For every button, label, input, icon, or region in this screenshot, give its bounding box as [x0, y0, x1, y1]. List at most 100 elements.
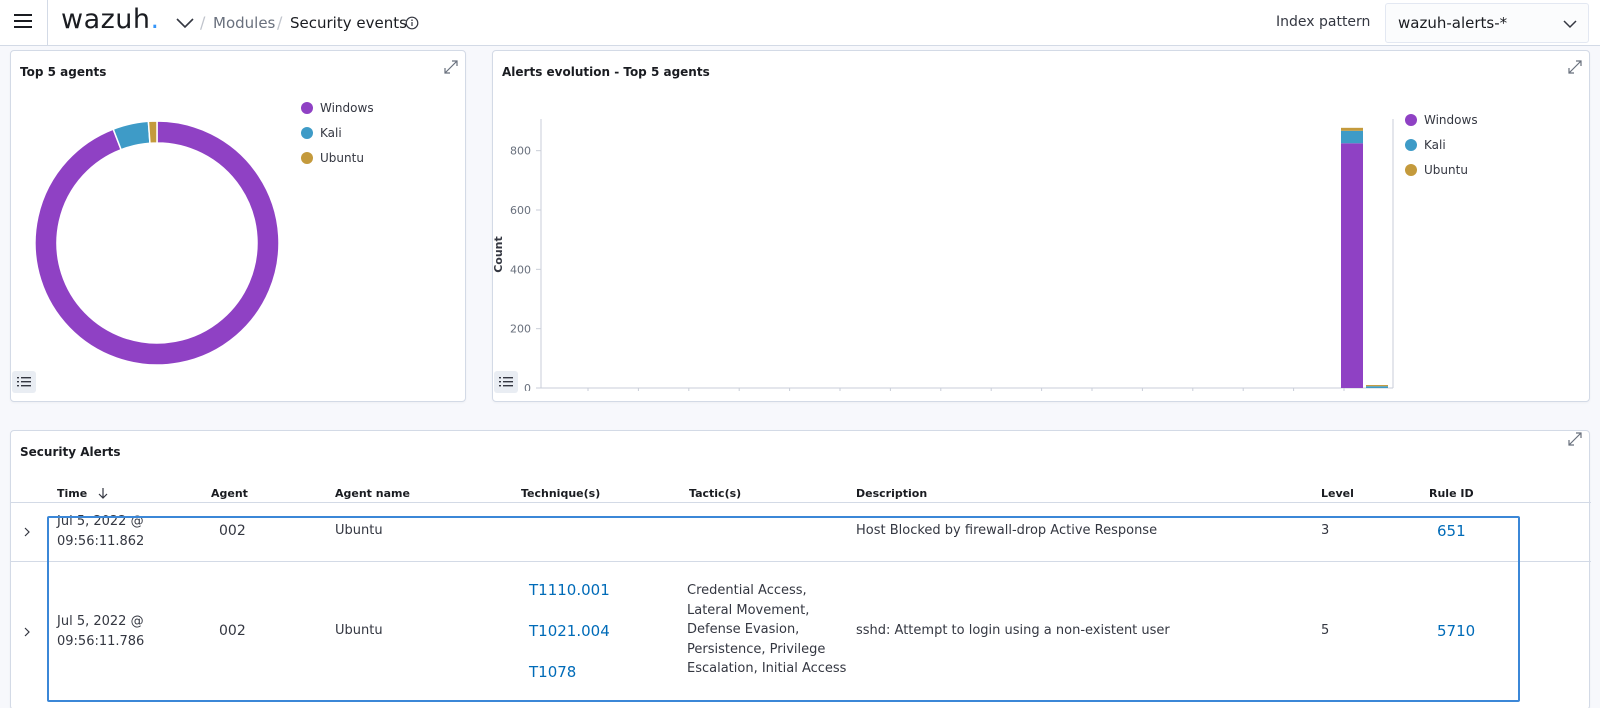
time-date: Jul 5, 2022 @ — [57, 614, 144, 629]
sort-descending-icon[interactable] — [97, 487, 109, 499]
breadcrumb-modules[interactable]: Modules — [213, 14, 275, 32]
list-icon — [17, 377, 31, 387]
legend-label: Kali — [1424, 138, 1446, 152]
time-clock: 09:56:11.862 — [57, 534, 145, 549]
column-header-level[interactable]: Level — [1321, 487, 1354, 500]
index-pattern-value: wazuh-alerts-* — [1398, 14, 1508, 32]
cell-agent: 002 — [219, 523, 246, 539]
tactic-line: Persistence, Privilege — [687, 641, 826, 657]
legend-item-windows[interactable]: Windows — [301, 101, 374, 115]
expand-icon[interactable] — [1567, 59, 1583, 75]
legend-item-ubuntu[interactable]: Ubuntu — [301, 151, 364, 165]
donut-slice-kali — [112, 120, 151, 151]
chevron-down-icon — [1563, 20, 1577, 29]
cell-agent-name: Ubuntu — [335, 623, 383, 638]
legend-item-kali[interactable]: Kali — [301, 126, 342, 140]
info-icon[interactable] — [405, 16, 419, 30]
y-tick-label: 400 — [510, 263, 531, 276]
y-tick-label: 200 — [510, 323, 531, 336]
expand-icon[interactable] — [1567, 431, 1583, 447]
cell-time: Jul 5, 2022 @ 09:56:11.862 — [57, 512, 144, 552]
bar-segment-ubuntu — [1341, 127, 1363, 131]
legend-dot — [1405, 139, 1417, 151]
tactic-line: Escalation, Initial Access — [687, 661, 847, 677]
y-tick-label: 800 — [510, 145, 531, 158]
legend-dot — [1405, 164, 1417, 176]
header-divider — [11, 502, 1591, 503]
legend-toggle-button[interactable] — [12, 371, 36, 393]
security-alerts-panel: Security Alerts Time Agent Agent name Te… — [10, 430, 1591, 708]
column-header-label: Time — [57, 487, 88, 500]
list-icon — [499, 377, 513, 387]
top-agents-panel: Top 5 agents Windows Kali Ubuntu — [10, 50, 466, 402]
y-tick-label: 600 — [510, 204, 531, 217]
column-header-description[interactable]: Description — [856, 487, 927, 500]
breadcrumb-separator: / — [200, 13, 206, 32]
chevron-right-icon[interactable] — [20, 525, 34, 539]
tactic-line: Credential Access, — [687, 583, 807, 598]
alerts-evolution-panel: Alerts evolution - Top 5 agents 0 200 400 6… — [492, 50, 1590, 402]
donut-slice-windows — [34, 120, 280, 366]
column-header-agent[interactable]: Agent — [211, 487, 248, 500]
legend-label: Ubuntu — [320, 151, 364, 165]
bar-segment-windows — [1341, 143, 1363, 388]
cell-agent-name: Ubuntu — [335, 523, 383, 538]
rule-id-link[interactable]: 5710 — [1437, 621, 1475, 641]
y-tick-label: 0 — [524, 382, 531, 391]
legend-dot — [301, 102, 313, 114]
stacked-bar-chart: 020040060080018:0019:0020:0021:0022:0023… — [493, 119, 1394, 391]
cell-description: Host Blocked by firewall-drop Active Res… — [856, 523, 1158, 538]
technique-link[interactable]: T1021.004 — [529, 621, 610, 641]
header-divider — [47, 0, 48, 46]
cell-agent: 002 — [219, 623, 246, 639]
cell-tactics: Credential Access, Lateral Movement, Def… — [687, 581, 846, 679]
technique-link[interactable]: T1078 — [529, 662, 576, 682]
column-header-time[interactable]: Time — [57, 487, 109, 500]
legend-label: Ubuntu — [1424, 163, 1468, 177]
legend-dot — [1405, 114, 1417, 126]
cell-time: Jul 5, 2022 @ 09:56:11.786 — [57, 612, 144, 652]
row-divider — [11, 561, 1591, 562]
column-header-techniques[interactable]: Technique(s) — [521, 487, 600, 500]
breadcrumb-separator: / — [277, 13, 283, 32]
panel-title: Security Alerts — [20, 445, 121, 459]
rule-id-link[interactable]: 651 — [1437, 521, 1466, 541]
column-header-agent-name[interactable]: Agent name — [335, 487, 410, 500]
legend-label: Windows — [320, 101, 374, 115]
chevron-right-icon[interactable] — [20, 625, 34, 639]
wazuh-logo[interactable]: wazuh. — [61, 4, 160, 35]
expand-icon[interactable] — [443, 59, 459, 75]
chevron-down-icon[interactable] — [174, 12, 196, 34]
breadcrumb-security-events: Security events — [290, 14, 407, 32]
cell-level: 5 — [1321, 623, 1330, 638]
hamburger-menu-icon[interactable] — [12, 11, 34, 33]
column-header-tactics[interactable]: Tactic(s) — [689, 487, 741, 500]
index-pattern-label: Index pattern — [1276, 14, 1371, 30]
legend-label: Kali — [320, 126, 342, 140]
technique-link[interactable]: T1110.001 — [529, 580, 610, 600]
legend-toggle-button[interactable] — [494, 371, 518, 393]
bar-segment-kali — [1341, 130, 1363, 144]
legend-item-kali[interactable]: Kali — [1405, 138, 1446, 152]
index-pattern-select[interactable]: wazuh-alerts-* — [1385, 3, 1589, 43]
donut-chart — [34, 120, 280, 366]
legend-item-windows[interactable]: Windows — [1405, 113, 1478, 127]
cell-level: 3 — [1321, 523, 1330, 538]
donut-slice-ubuntu — [147, 120, 158, 145]
legend-dot — [301, 127, 313, 139]
bar-segment-ubuntu — [1366, 385, 1388, 387]
legend-dot — [301, 152, 313, 164]
bar-segment-kali — [1366, 386, 1388, 388]
y-axis-title: Count — [493, 236, 505, 273]
tactic-line: Lateral Movement, — [687, 602, 810, 618]
tactic-line: Defense Evasion, — [687, 622, 800, 638]
cell-description: sshd: Attempt to login using a non-exist… — [856, 623, 1170, 638]
panel-title: Alerts evolution - Top 5 agents — [502, 65, 710, 79]
time-clock: 09:56:11.786 — [57, 634, 145, 649]
legend-item-ubuntu[interactable]: Ubuntu — [1405, 163, 1468, 177]
top-header: wazuh. / Modules / Security events Index… — [0, 0, 1600, 46]
panel-title: Top 5 agents — [20, 65, 107, 79]
time-date: Jul 5, 2022 @ — [57, 514, 144, 529]
column-header-rule-id[interactable]: Rule ID — [1429, 487, 1474, 500]
legend-label: Windows — [1424, 113, 1478, 127]
